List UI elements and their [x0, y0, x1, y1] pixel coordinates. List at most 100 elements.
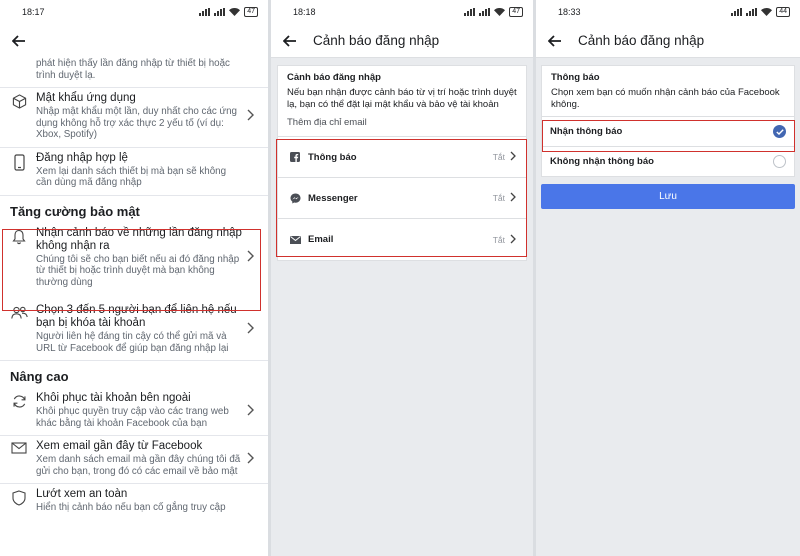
wifi-icon	[494, 8, 506, 16]
envelope-icon	[290, 235, 302, 244]
battery-icon: 47	[244, 7, 258, 17]
list-item-safe-browsing[interactable]: Lướt xem an toàn Hiển thị cảnh báo nếu b…	[0, 484, 268, 520]
item-title: Nhận cảnh báo về những lần đăng nhập khô…	[36, 226, 242, 252]
security-settings-screen: 18:17 47 phát hiện thấy lần đăng nhập từ…	[0, 0, 268, 556]
bell-icon	[10, 227, 28, 289]
item-desc: Xem danh sách email mà gần đây chúng tôi…	[36, 454, 241, 477]
signal-icon-2	[214, 8, 226, 16]
list-item-authorized-logins[interactable]: Đăng nhập hợp lệ Xem lại danh sách thiết…	[0, 148, 268, 196]
back-arrow-icon[interactable]	[281, 32, 299, 50]
radio-selected-check-icon[interactable]	[773, 125, 786, 138]
section-heading-advanced: Nâng cao	[10, 369, 69, 384]
wifi-icon	[229, 8, 241, 16]
card-description: Chọn xem bạn có muốn nhận cảnh báo của F…	[551, 87, 780, 110]
page-title: Cảnh báo đăng nhập	[313, 33, 440, 48]
row-value: Tắt	[492, 152, 505, 162]
status-bar: 18:33 44	[536, 0, 800, 24]
top-bar	[0, 24, 268, 58]
chevron-right-icon	[510, 231, 516, 249]
screenshot-collage: 18:17 47 phát hiện thấy lần đăng nhập từ…	[0, 0, 800, 556]
row-email[interactable]: Email Tắt	[278, 219, 526, 260]
item-desc: Khôi phục quyền truy cập vào các trang w…	[36, 406, 229, 429]
card-description: Nếu bạn nhận được cảnh báo từ vị trí hoặ…	[287, 87, 517, 110]
card-title: Thông báo	[551, 72, 600, 83]
settings-list: phát hiện thấy lần đăng nhập từ thiết bị…	[0, 58, 268, 520]
list-item-unrecognized-login-alerts[interactable]: Nhận cảnh báo về những lần đăng nhập khô…	[0, 223, 268, 295]
login-alerts-screen: 18:18 47 Cảnh báo đăng nhập Cảnh báo đăn…	[271, 0, 533, 556]
signal-icon	[199, 8, 211, 16]
row-label: Thông báo	[308, 151, 357, 163]
list-item-trusted-contacts[interactable]: Chọn 3 đến 5 người bạn để liên hệ nếu bạ…	[0, 300, 268, 361]
add-email-link[interactable]: Thêm địa chỉ email	[287, 117, 517, 128]
item-desc: Người liên hệ đáng tin cậy có thể gửi mã…	[36, 331, 229, 354]
row-label: Messenger	[308, 192, 358, 204]
signal-icon	[464, 8, 476, 16]
status-time: 18:17	[22, 7, 45, 17]
refresh-icon	[10, 392, 28, 429]
item-title: Mật khẩu ứng dụng	[36, 92, 136, 104]
back-arrow-icon[interactable]	[546, 32, 564, 50]
page-title: Cảnh báo đăng nhập	[578, 33, 705, 48]
row-value: Tắt	[492, 193, 505, 203]
notification-options-card: Thông báo Chọn xem bạn có muốn nhận cảnh…	[541, 65, 795, 177]
shield-icon	[10, 488, 28, 514]
chevron-right-icon	[247, 249, 254, 267]
battery-icon: 47	[509, 7, 523, 17]
chevron-right-icon	[247, 321, 254, 339]
friends-icon	[10, 304, 28, 354]
list-item-app-passwords[interactable]: Mật khẩu ứng dụng Nhập mật khẩu một lần,…	[0, 88, 268, 148]
list-item-login-alerts-partial[interactable]: phát hiện thấy lần đăng nhập từ thiết bị…	[0, 58, 268, 88]
item-desc: Hiển thị cảnh báo nếu bạn cố gắng truy c…	[36, 502, 226, 513]
row-notifications[interactable]: Thông báo Tắt	[278, 137, 526, 178]
option-label: Không nhận thông báo	[550, 156, 654, 167]
status-time: 18:18	[293, 7, 316, 17]
wifi-icon	[761, 8, 773, 16]
alert-channel-list: Thông báo Tắt Messenger Tắt Email Tắt	[278, 136, 526, 260]
email-icon	[10, 440, 28, 477]
list-item-recent-emails[interactable]: Xem email gần đây từ Facebook Xem danh s…	[0, 436, 268, 484]
back-arrow-icon[interactable]	[10, 32, 28, 50]
radio-unselected-icon[interactable]	[773, 155, 786, 168]
item-title: Lướt xem an toàn	[36, 488, 128, 500]
messenger-icon	[290, 193, 302, 204]
item-title: Chọn 3 đến 5 người bạn để liên hệ nếu bạ…	[36, 304, 237, 329]
signal-icon	[731, 8, 743, 16]
top-bar: Cảnh báo đăng nhập	[271, 24, 533, 58]
card-title: Cảnh báo đăng nhập	[287, 72, 381, 83]
option-receive-notifications[interactable]: Nhận thông báo	[542, 116, 794, 146]
option-label: Nhận thông báo	[550, 126, 623, 137]
signal-icon-2	[479, 8, 491, 16]
cube-icon	[10, 92, 28, 141]
item-desc: Nhập mật khẩu một lần, duy nhất cho các …	[36, 106, 237, 140]
login-alerts-card: Cảnh báo đăng nhập Nếu bạn nhận được cản…	[277, 65, 527, 261]
chevron-right-icon	[247, 451, 254, 469]
item-desc: Xem lại danh sách thiết bị mà bạn sẽ khô…	[36, 165, 227, 189]
save-button[interactable]: Lưu	[541, 184, 795, 209]
notification-alerts-screen: 18:33 44 Cảnh báo đăng nhập Thông báo Ch…	[536, 0, 800, 556]
row-label: Email	[308, 234, 334, 245]
facebook-icon	[290, 152, 302, 162]
status-time: 18:33	[558, 7, 581, 17]
chevron-right-icon	[510, 148, 516, 166]
status-icons: 44	[731, 7, 790, 17]
status-icons: 47	[199, 7, 258, 17]
status-icons: 47	[464, 7, 523, 17]
item-title: Xem email gần đây từ Facebook	[36, 440, 203, 452]
section-heading-security: Tăng cường bảo mật	[10, 203, 140, 219]
chevron-right-icon	[247, 108, 254, 126]
signal-icon-2	[746, 8, 758, 16]
item-title: Đăng nhập hợp lệ	[36, 151, 128, 164]
chevron-right-icon	[247, 403, 254, 421]
status-bar: 18:18 47	[271, 0, 533, 24]
status-bar: 18:17 47	[0, 0, 268, 24]
list-item-external-recovery[interactable]: Khôi phục tài khoản bên ngoài Khôi phục …	[0, 388, 268, 436]
option-no-notifications[interactable]: Không nhận thông báo	[542, 146, 794, 176]
item-desc: Chúng tôi sẽ cho bạn biết nếu ai đó đăng…	[36, 253, 240, 288]
chevron-right-icon	[510, 189, 516, 207]
row-messenger[interactable]: Messenger Tắt	[278, 178, 526, 219]
battery-icon: 44	[776, 7, 790, 17]
item-title: Khôi phục tài khoản bên ngoài	[36, 392, 191, 404]
item-desc: phát hiện thấy lần đăng nhập từ thiết bị…	[36, 58, 230, 81]
top-bar: Cảnh báo đăng nhập	[536, 24, 800, 58]
row-value: Tắt	[492, 234, 505, 245]
